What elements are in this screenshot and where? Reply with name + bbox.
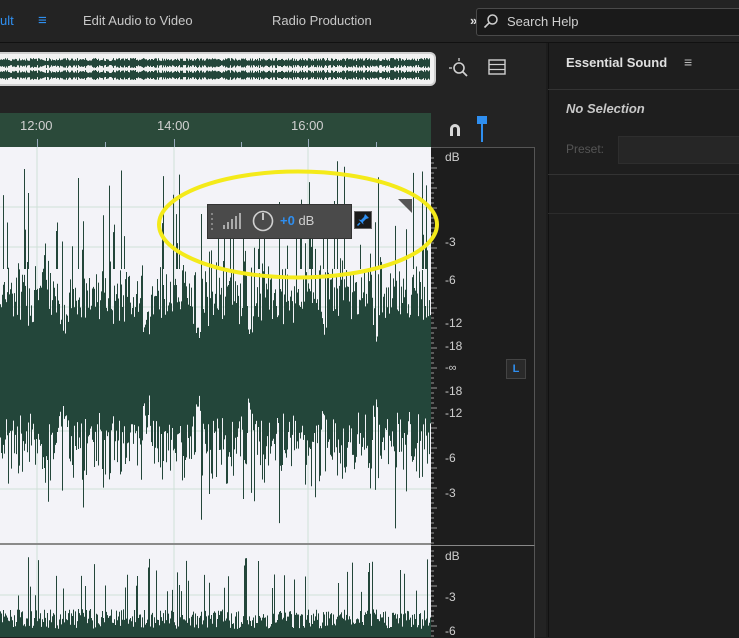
workspace-default-tab[interactable]: ult — [0, 0, 14, 42]
db-scale-right: dB -3 -6 — [431, 545, 535, 638]
workspace-menu-icon[interactable]: ≡ — [38, 0, 47, 42]
db-tick-marks — [431, 550, 437, 637]
workspace-edit-audio-tab[interactable]: Edit Audio to Video — [83, 0, 193, 42]
overview-waveform[interactable] — [0, 52, 436, 86]
divider — [548, 89, 739, 90]
ruler-tick — [37, 139, 38, 147]
time-ruler[interactable]: 12:00 14:00 16:00 — [0, 113, 431, 147]
db-label: -6 — [445, 624, 456, 638]
db-label: -12 — [445, 316, 463, 330]
magnet-icon[interactable] — [447, 121, 463, 137]
preset-dropdown[interactable] — [618, 136, 739, 164]
db-label: -18 — [445, 339, 463, 353]
search-placeholder: Search Help — [507, 14, 579, 29]
db-label: dB — [445, 549, 460, 563]
panel-title[interactable]: Essential Sound — [566, 55, 667, 70]
db-label: -6 — [445, 451, 456, 465]
db-label: -∞ — [445, 362, 457, 374]
highlight-annotation — [157, 169, 439, 280]
search-help-field[interactable]: Search Help — [476, 8, 739, 36]
db-label: -12 — [445, 406, 463, 420]
db-label: -3 — [445, 590, 456, 604]
db-label: -6 — [445, 273, 456, 287]
channel-left-toggle[interactable]: L — [506, 359, 526, 379]
workspace-radio-tab[interactable]: Radio Production — [272, 0, 372, 42]
db-label: dB — [445, 150, 460, 164]
marker-icon[interactable] — [477, 116, 487, 142]
list-icon[interactable] — [488, 59, 506, 75]
ruler-tick — [174, 139, 175, 147]
ruler-label: 16:00 — [291, 118, 324, 133]
db-label: -3 — [445, 235, 456, 249]
db-label: -3 — [445, 486, 456, 500]
ruler-tick — [308, 139, 309, 147]
db-scale-left: dB -3 -6 -12 -18 -∞ -18 -12 -6 -3 — [431, 147, 535, 546]
divider — [548, 174, 739, 175]
divider — [548, 213, 739, 214]
search-icon — [483, 14, 498, 29]
waveform-track-right[interactable] — [0, 545, 431, 637]
preset-label: Preset: — [566, 142, 605, 156]
panel-menu-icon[interactable]: ≡ — [684, 54, 692, 70]
overview-waveform-graphic — [0, 58, 430, 80]
ruler-label: 14:00 — [157, 118, 190, 133]
zoom-icon[interactable] — [448, 57, 470, 79]
no-selection-text: No Selection — [566, 101, 645, 116]
waveform-right-channel — [0, 545, 431, 637]
db-label: -18 — [445, 384, 463, 398]
essential-sound-panel — [548, 43, 739, 637]
ruler-label: 12:00 — [20, 118, 53, 133]
